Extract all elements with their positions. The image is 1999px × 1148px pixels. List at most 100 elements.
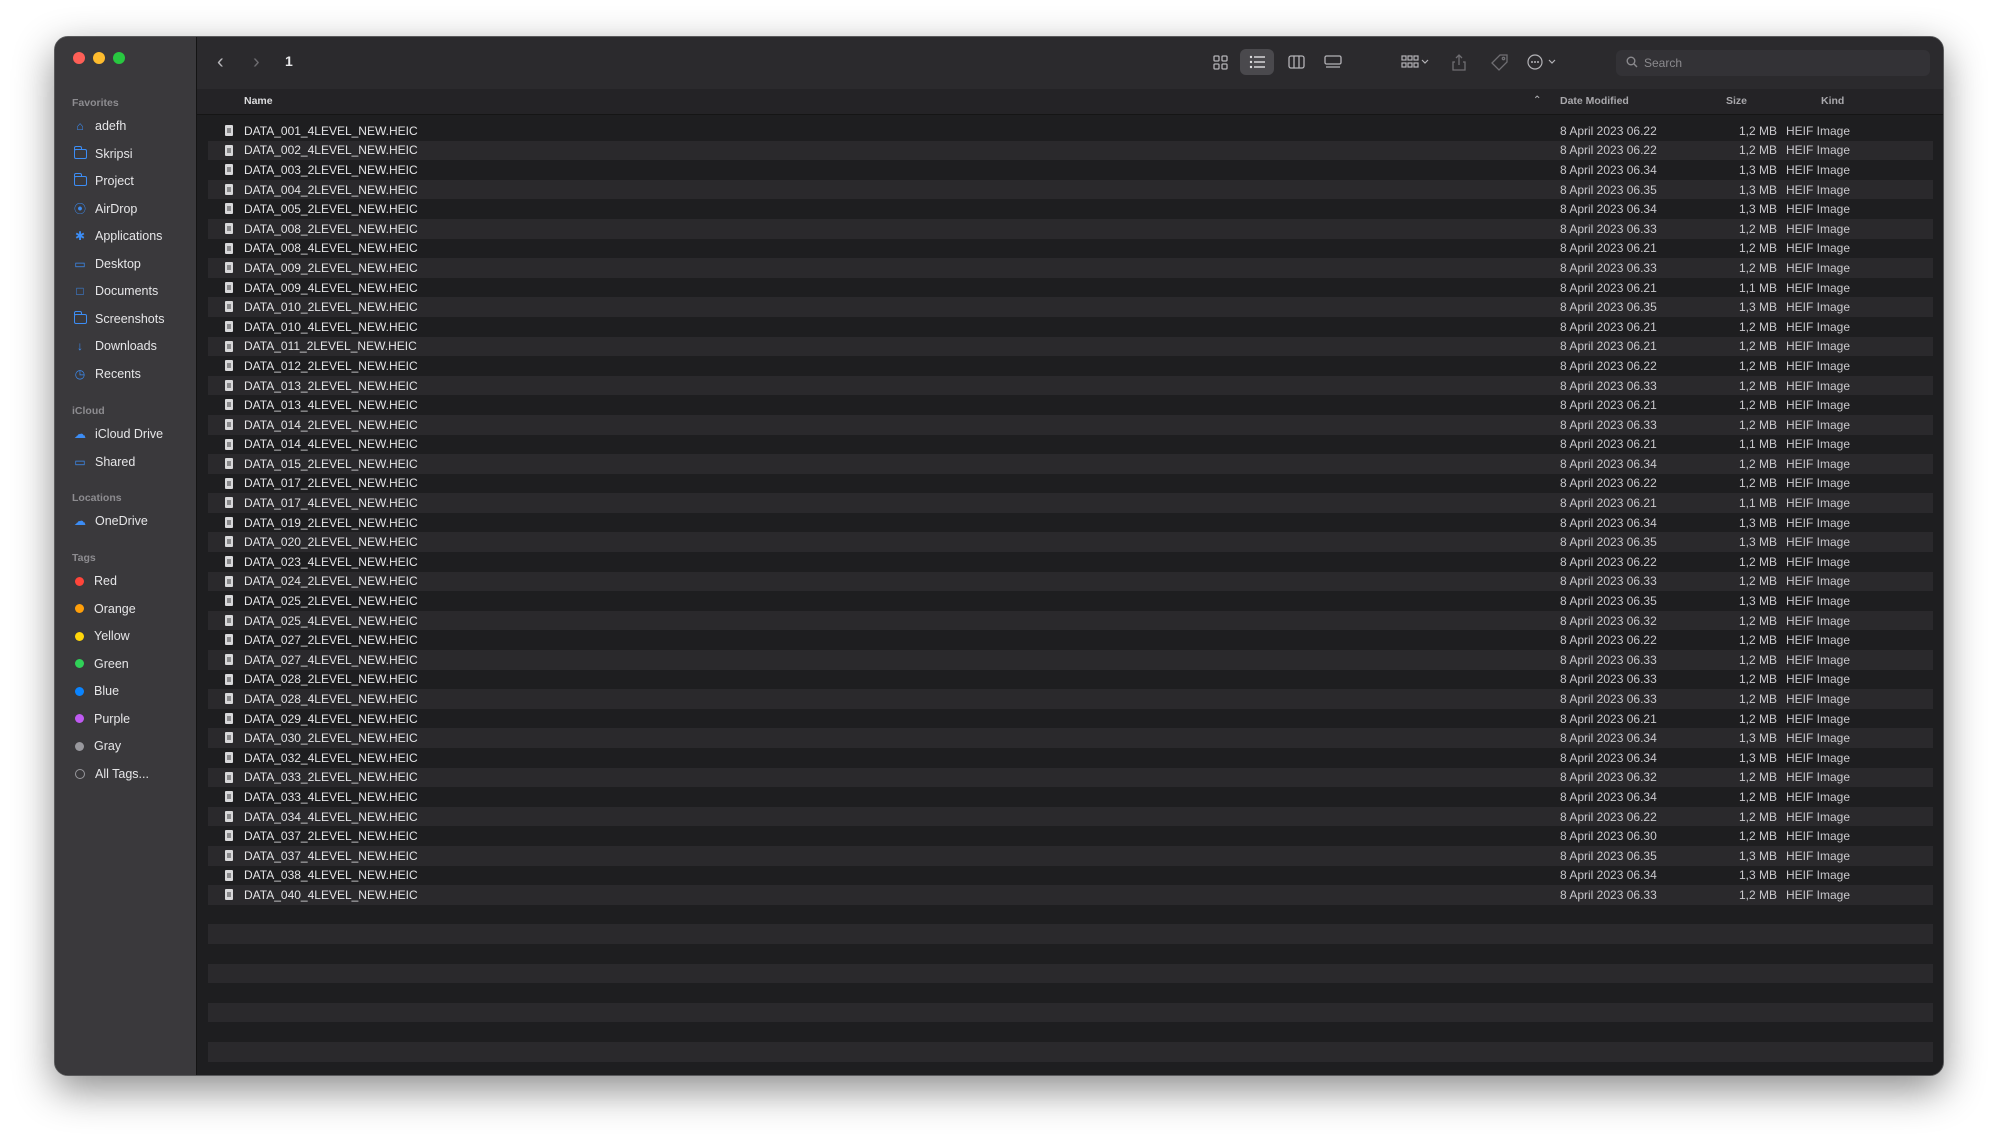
file-kind: HEIF Image — [1786, 398, 1851, 413]
file-row[interactable]: DATA_017_2LEVEL_NEW.HEIC 8 April 2023 06.… — [208, 474, 1933, 494]
sidebar-item-shared[interactable]: ▭ Shared — [72, 451, 135, 473]
applications-icon: ✱ — [74, 229, 86, 243]
file-name: DATA_033_4LEVEL_NEW.HEIC — [244, 789, 418, 804]
file-date: 8 April 2023 06.21 — [1560, 398, 1657, 413]
file-row[interactable]: DATA_013_2LEVEL_NEW.HEIC 8 April 2023 06.… — [208, 375, 1933, 396]
zoom-button[interactable] — [113, 52, 125, 64]
file-row[interactable]: DATA_037_2LEVEL_NEW.HEIC 8 April 2023 06.… — [208, 826, 1933, 846]
file-row[interactable]: DATA_020_2LEVEL_NEW.HEIC 8 April 2023 06.… — [208, 532, 1933, 553]
close-button[interactable] — [73, 52, 85, 64]
column-kind-header[interactable]: Kind — [1821, 95, 1844, 107]
sidebar-item-desktop[interactable]: ▭ Desktop — [72, 253, 141, 275]
file-row[interactable]: DATA_002_4LEVEL_NEW.HEIC 8 April 2023 06.… — [208, 140, 1933, 161]
sidebar-item-recents[interactable]: ◷ Recents — [72, 363, 141, 385]
file-kind: HEIF Image — [1786, 280, 1851, 295]
sidebar-item-orange[interactable]: Orange — [72, 598, 136, 620]
sidebar-item-project[interactable]: Project — [72, 170, 134, 192]
file-row[interactable]: DATA_017_4LEVEL_NEW.HEIC 8 April 2023 06.… — [208, 493, 1933, 513]
share-icon[interactable] — [1447, 49, 1471, 75]
file-row[interactable]: DATA_038_4LEVEL_NEW.HEIC 8 April 2023 06.… — [208, 866, 1933, 886]
download-icon: ↓ — [77, 339, 83, 353]
sidebar-item-icloud-drive[interactable]: ☁ iCloud Drive — [72, 423, 163, 445]
column-date-header[interactable]: Date Modified — [1560, 95, 1629, 107]
sidebar-item-green[interactable]: Green — [72, 653, 129, 675]
file-row[interactable]: DATA_004_2LEVEL_NEW.HEIC 8 April 2023 06.… — [208, 179, 1933, 200]
icon-view-icon[interactable] — [1207, 49, 1233, 75]
file-kind: HEIF Image — [1786, 221, 1851, 236]
sidebar-item-documents[interactable]: □ Documents — [72, 280, 158, 302]
column-view-icon[interactable] — [1283, 49, 1309, 75]
file-row[interactable]: DATA_001_4LEVEL_NEW.HEIC 8 April 2023 06.… — [208, 121, 1933, 141]
file-size: 1,3 MB — [1738, 202, 1777, 217]
file-row[interactable]: DATA_011_2LEVEL_NEW.HEIC 8 April 2023 06.… — [208, 336, 1933, 357]
sidebar-item-adefh[interactable]: ⌂ adefh — [72, 115, 126, 137]
sidebar-item-red[interactable]: Red — [72, 570, 117, 592]
file-row[interactable]: DATA_030_2LEVEL_NEW.HEIC 8 April 2023 06.… — [208, 728, 1933, 748]
file-row[interactable]: DATA_010_4LEVEL_NEW.HEIC 8 April 2023 06.… — [208, 317, 1933, 337]
heic-file-icon — [225, 262, 233, 274]
file-kind: HEIF Image — [1786, 241, 1851, 256]
file-date: 8 April 2023 06.22 — [1560, 633, 1657, 648]
file-row[interactable]: DATA_034_4LEVEL_NEW.HEIC 8 April 2023 06.… — [208, 806, 1933, 827]
airdrop-icon: ⦿ — [73, 202, 86, 216]
tag-icon[interactable] — [1487, 49, 1511, 75]
sidebar-item-purple[interactable]: Purple — [72, 708, 130, 730]
file-row[interactable]: DATA_027_2LEVEL_NEW.HEIC 8 April 2023 06.… — [208, 630, 1933, 650]
empty-row — [208, 963, 1933, 984]
file-row[interactable]: DATA_033_4LEVEL_NEW.HEIC 8 April 2023 06.… — [208, 787, 1933, 807]
sidebar-item-applications[interactable]: ✱ Applications — [72, 225, 162, 247]
file-row[interactable]: DATA_029_4LEVEL_NEW.HEIC 8 April 2023 06.… — [208, 709, 1933, 729]
search-field[interactable]: Search — [1616, 50, 1930, 76]
file-row[interactable]: DATA_037_4LEVEL_NEW.HEIC 8 April 2023 06.… — [208, 845, 1933, 866]
gallery-view-icon[interactable] — [1320, 49, 1346, 75]
file-row[interactable]: DATA_010_2LEVEL_NEW.HEIC 8 April 2023 06.… — [208, 297, 1933, 317]
sidebar-item-onedrive[interactable]: ☁ OneDrive — [72, 510, 148, 532]
sidebar-item-screenshots[interactable]: Screenshots — [72, 308, 164, 330]
file-row[interactable]: DATA_014_4LEVEL_NEW.HEIC 8 April 2023 06.… — [208, 435, 1933, 455]
sidebar-item-label: Project — [95, 174, 134, 188]
file-row[interactable]: DATA_008_4LEVEL_NEW.HEIC 8 April 2023 06.… — [208, 239, 1933, 259]
sidebar-item-gray[interactable]: Gray — [72, 735, 121, 757]
file-row[interactable]: DATA_014_2LEVEL_NEW.HEIC 8 April 2023 06.… — [208, 414, 1933, 435]
chevron-left-icon[interactable]: ‹ — [217, 51, 224, 73]
file-row[interactable]: DATA_023_4LEVEL_NEW.HEIC 8 April 2023 06.… — [208, 552, 1933, 572]
file-row[interactable]: DATA_027_4LEVEL_NEW.HEIC 8 April 2023 06.… — [208, 650, 1933, 670]
column-name-header[interactable]: Name — [244, 95, 273, 107]
file-date: 8 April 2023 06.21 — [1560, 241, 1657, 256]
heic-file-icon — [225, 712, 233, 724]
file-row[interactable]: DATA_013_4LEVEL_NEW.HEIC 8 April 2023 06.… — [208, 395, 1933, 415]
file-row[interactable]: DATA_012_2LEVEL_NEW.HEIC 8 April 2023 06.… — [208, 356, 1933, 376]
sidebar-item-downloads[interactable]: ↓ Downloads — [72, 335, 157, 357]
sidebar-item-blue[interactable]: Blue — [72, 680, 119, 702]
file-row[interactable]: DATA_025_4LEVEL_NEW.HEIC 8 April 2023 06.… — [208, 610, 1933, 631]
sidebar: Favorites ⌂ adefh Skripsi Project ⦿ AirDrop ✱ Ap… — [55, 37, 197, 1075]
sidebar-item-label: Applications — [95, 229, 163, 243]
minimize-button[interactable] — [93, 52, 105, 64]
chevron-right-icon[interactable]: › — [253, 51, 260, 73]
file-date: 8 April 2023 06.34 — [1560, 202, 1657, 217]
sidebar-item-skripsi[interactable]: Skripsi — [72, 143, 133, 165]
file-row[interactable]: DATA_028_4LEVEL_NEW.HEIC 8 April 2023 06.… — [208, 689, 1933, 709]
file-row[interactable]: DATA_009_2LEVEL_NEW.HEIC 8 April 2023 06.… — [208, 258, 1933, 278]
more-options-icon[interactable] — [1522, 49, 1562, 75]
file-row[interactable]: DATA_033_2LEVEL_NEW.HEIC 8 April 2023 06.… — [208, 767, 1933, 788]
file-name: DATA_028_2LEVEL_NEW.HEIC — [244, 672, 418, 687]
sidebar-item-airdrop[interactable]: ⦿ AirDrop — [72, 198, 137, 220]
file-row[interactable]: DATA_009_4LEVEL_NEW.HEIC 8 April 2023 06.… — [208, 278, 1933, 298]
list-view-icon[interactable] — [1240, 49, 1274, 75]
file-row[interactable]: DATA_040_4LEVEL_NEW.HEIC 8 April 2023 06.… — [208, 885, 1933, 905]
file-row[interactable]: DATA_028_2LEVEL_NEW.HEIC 8 April 2023 06.… — [208, 670, 1933, 690]
file-row[interactable]: DATA_008_2LEVEL_NEW.HEIC 8 April 2023 06.… — [208, 218, 1933, 239]
search-icon — [1626, 56, 1638, 71]
file-row[interactable]: DATA_003_2LEVEL_NEW.HEIC 8 April 2023 06.… — [208, 160, 1933, 180]
file-row[interactable]: DATA_019_2LEVEL_NEW.HEIC 8 April 2023 06.… — [208, 513, 1933, 533]
file-row[interactable]: DATA_025_2LEVEL_NEW.HEIC 8 April 2023 06.… — [208, 591, 1933, 611]
group-by-icon[interactable] — [1395, 49, 1435, 75]
column-size-header[interactable]: Size — [1726, 95, 1747, 107]
sidebar-item-yellow[interactable]: Yellow — [72, 625, 130, 647]
file-row[interactable]: DATA_015_2LEVEL_NEW.HEIC 8 April 2023 06.… — [208, 454, 1933, 474]
file-row[interactable]: DATA_005_2LEVEL_NEW.HEIC 8 April 2023 06.… — [208, 199, 1933, 219]
sidebar-item-all-tags[interactable]: All Tags... — [72, 763, 149, 785]
file-row[interactable]: DATA_032_4LEVEL_NEW.HEIC 8 April 2023 06.… — [208, 748, 1933, 768]
file-row[interactable]: DATA_024_2LEVEL_NEW.HEIC 8 April 2023 06.… — [208, 571, 1933, 592]
